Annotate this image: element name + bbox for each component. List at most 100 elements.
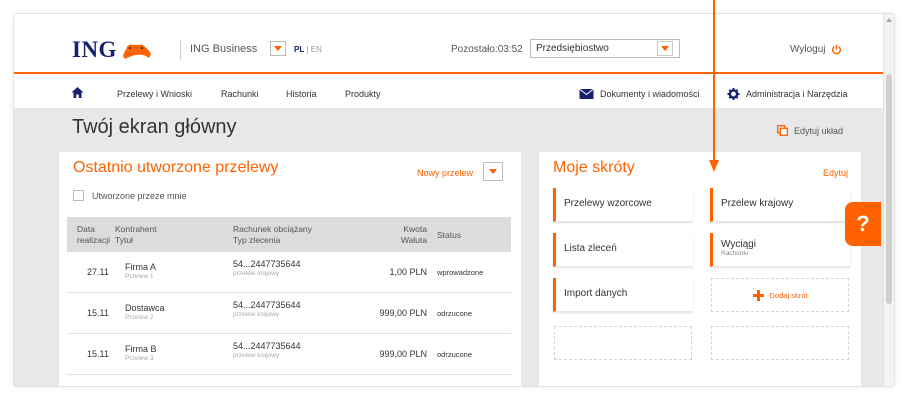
nav-item-produkty[interactable]: Produkty: [345, 89, 381, 99]
scroll-up-arrow-icon[interactable]: [883, 14, 894, 25]
shortcut-sublabel: Rachunki: [721, 250, 749, 257]
row-account-number: 54...2447735644: [233, 300, 301, 310]
nav-item-przelewy[interactable]: Przelewy i Wnioski: [117, 89, 192, 99]
edit-shortcuts-link[interactable]: Edytuj: [823, 168, 848, 178]
row-status: odrzucone: [437, 309, 473, 318]
table-row[interactable]: 15.11 Firma B Przelew 3 54...2447735644 …: [67, 335, 511, 375]
layout-icon: [777, 125, 788, 136]
page-title: Twój ekran główny: [72, 116, 237, 138]
column-status[interactable]: Status: [437, 230, 461, 241]
column-type-line2: Typ zlecenia: [233, 235, 281, 245]
column-date-line1: Data: [77, 224, 95, 234]
shortcut-wyciagi[interactable]: Wyciągi Rachunki: [710, 233, 850, 267]
plus-icon: [752, 289, 764, 301]
add-shortcut-button[interactable]: Dodaj skrót: [711, 278, 849, 312]
row-account-number: 54...2447735644: [233, 341, 301, 351]
column-amount[interactable]: Kwota Waluta: [377, 224, 427, 246]
chevron-down-icon: [489, 169, 497, 174]
row-title: Przelew 3: [125, 355, 154, 362]
new-transfer-dropdown[interactable]: [483, 162, 503, 181]
column-date-line2: realizacji: [77, 235, 111, 245]
column-contractor[interactable]: Kontrahent Tytuł: [115, 224, 157, 246]
row-title: Przelew 2: [125, 314, 154, 321]
nav-item-historia[interactable]: Historia: [286, 89, 317, 99]
column-amount-line1: Kwota: [403, 224, 427, 234]
row-date: 27.11: [87, 267, 109, 277]
column-date[interactable]: Data realizacji: [77, 224, 110, 246]
column-account-line1: Rachunek obciążany: [233, 224, 312, 234]
scrollbar[interactable]: [883, 14, 894, 386]
logo-text: ING: [72, 37, 117, 62]
row-amount: 999,00 PLN: [379, 308, 427, 318]
new-transfer-link[interactable]: Nowy przelew: [417, 168, 473, 178]
row-account-number: 54...2447735644: [233, 259, 301, 269]
row-type: przelew krajowy: [233, 311, 280, 318]
shortcut-label: Przelew krajowy: [721, 198, 794, 209]
shortcut-przelewy-wzorcowe[interactable]: Przelewy wzorcowe: [553, 188, 693, 222]
browser-frame: ING ING Business PL | EN Pozostało:03:52…: [13, 13, 895, 387]
row-amount: 1,00 PLN: [389, 267, 427, 277]
main-content: Twój ekran główny Edytuj układ Ostatnio …: [14, 108, 884, 386]
shortcut-label: Import danych: [564, 288, 628, 299]
chevron-down-icon: [274, 46, 282, 51]
nav-item-documents[interactable]: Dokumenty i wiadomości: [600, 89, 700, 99]
envelope-icon: [579, 88, 594, 99]
logout-button[interactable]: Wyloguj: [790, 44, 842, 55]
business-dropdown[interactable]: [270, 41, 286, 56]
column-title-line2: Tytuł: [115, 235, 133, 245]
power-icon: [832, 44, 842, 55]
table-header: Data realizacji Kontrahent Tytuł Rachune…: [67, 217, 511, 252]
business-label: ING Business: [190, 43, 258, 55]
row-contractor-name: Firma A: [125, 262, 157, 272]
created-by-me-label: Utworzone przeze mnie: [92, 190, 187, 201]
row-contractor: Dostawca Przelew 2: [125, 303, 165, 321]
lang-pl[interactable]: PL: [294, 45, 304, 54]
created-by-me-checkbox[interactable]: [73, 190, 84, 201]
table-row[interactable]: 27.11 Firma A Przelew 1 54...2447735644 …: [67, 253, 511, 293]
shortcut-label: Wyciągi: [721, 239, 756, 250]
row-type: przelew krajowy: [233, 352, 280, 359]
chevron-down-icon: [661, 46, 669, 51]
row-date: 15.11: [87, 349, 109, 359]
ing-logo[interactable]: ING: [72, 37, 153, 63]
row-status: odrzucone: [437, 350, 473, 359]
row-date: 15.11: [87, 308, 109, 318]
home-icon[interactable]: [71, 86, 84, 99]
shortcut-label: Przelewy wzorcowe: [564, 198, 652, 209]
row-title: Przelew 1: [125, 273, 154, 280]
company-select[interactable]: Przedsiębiostwo: [530, 39, 680, 58]
row-account: 54...2447735644 przelew krajowy: [233, 341, 301, 359]
created-by-me-filter[interactable]: Utworzone przeze mnie: [73, 190, 187, 201]
lang-en[interactable]: EN: [311, 45, 322, 54]
recent-transfers-title: Ostatnio utworzone przelewy: [73, 159, 279, 176]
row-type: przelew krajowy: [233, 270, 280, 277]
nav-item-admin[interactable]: Administracja i Narzędzia: [746, 89, 848, 99]
session-timer: Pozostało:03:52: [451, 44, 523, 55]
help-button[interactable]: ?: [845, 202, 881, 246]
empty-shortcut-slot[interactable]: [554, 326, 692, 360]
edit-layout-label: Edytuj układ: [794, 125, 844, 136]
shortcut-lista-zlecen[interactable]: Lista zleceń: [553, 233, 693, 267]
scrollbar-thumb[interactable]: [886, 74, 892, 304]
shortcut-label: Lista zleceń: [564, 243, 617, 254]
company-select-value: Przedsiębiostwo: [536, 43, 609, 54]
shortcut-import-danych[interactable]: Import danych: [553, 278, 693, 312]
table-row[interactable]: 15.11 Dostawca Przelew 2 54...2447735644…: [67, 294, 511, 334]
gear-icon: [727, 88, 740, 100]
shortcuts-panel: Moje skróty Edytuj Przelewy wzorcowe Prz…: [539, 152, 861, 386]
row-account: 54...2447735644 przelew krajowy: [233, 300, 301, 318]
row-contractor: Firma B Przelew 3: [125, 344, 157, 362]
column-contractor-line1: Kontrahent: [115, 224, 157, 234]
shortcut-przelew-krajowy[interactable]: Przelew krajowy: [710, 188, 850, 222]
edit-layout-button[interactable]: Edytuj układ: [777, 125, 843, 136]
row-account: 54...2447735644 przelew krajowy: [233, 259, 301, 277]
nav-item-rachunki[interactable]: Rachunki: [221, 89, 259, 99]
column-currency-line2: Waluta: [400, 235, 427, 245]
row-amount: 999,00 PLN: [379, 349, 427, 359]
annotation-arrow-icon: [709, 0, 719, 172]
add-shortcut-label: Dodaj skrót: [769, 290, 808, 300]
empty-shortcut-slot[interactable]: [711, 326, 849, 360]
company-dropdown-button[interactable]: [657, 41, 673, 56]
column-account[interactable]: Rachunek obciążany Typ zlecenia: [233, 224, 312, 246]
shortcuts-title: Moje skróty: [553, 159, 635, 176]
